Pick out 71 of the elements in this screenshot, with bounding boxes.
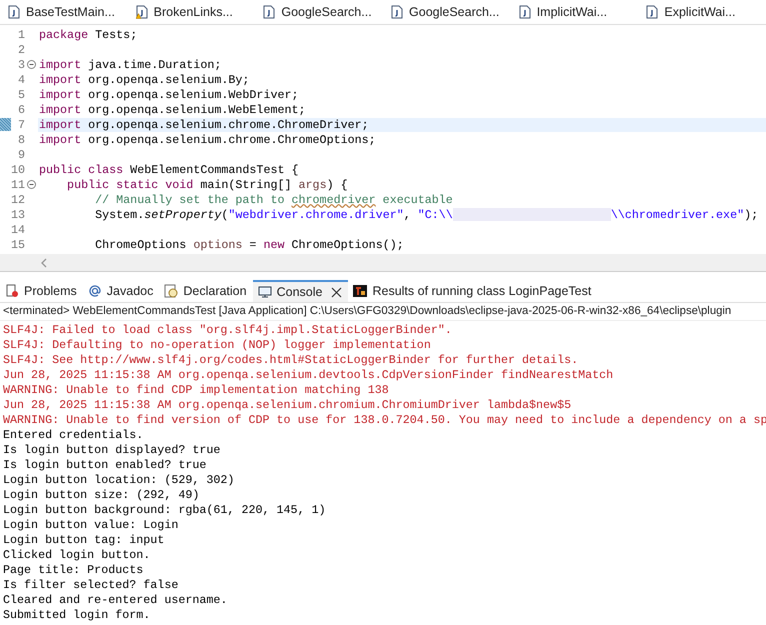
- line-number: 2: [16, 42, 25, 56]
- console-line: SLF4J: Defaulting to no-operation (NOP) logger implementation: [2, 338, 432, 353]
- panel-tab[interactable]: Declaration: [159, 280, 253, 302]
- panel-tab[interactable]: Console: [252, 280, 348, 302]
- line-number: 10: [11, 162, 25, 176]
- java-file-icon: [263, 5, 276, 19]
- panel-tab[interactable]: Results of running class LoginPageTest: [348, 280, 598, 302]
- monitor-icon: [258, 285, 272, 299]
- editor-tab[interactable]: GoogleSearch...: [255, 4, 384, 20]
- editor-tab[interactable]: BaseTestMain...: [0, 4, 128, 20]
- panel-tab[interactable]: Javadoc: [82, 280, 160, 302]
- line-number: 9: [16, 148, 25, 162]
- line-number: 5: [16, 88, 25, 102]
- console-line: Login button value: Login: [2, 518, 180, 533]
- console-line: Login button location: (529, 302): [2, 473, 236, 488]
- line-number: 13: [11, 208, 25, 222]
- line-number: 14: [11, 222, 25, 236]
- java-file-warning-icon: [136, 5, 148, 19]
- java-file-icon: [391, 5, 404, 19]
- console-line: Login button background: rgba(61, 220, 145, 1): [2, 503, 327, 518]
- line-number: 11: [11, 178, 25, 192]
- line-number: 8: [16, 132, 25, 146]
- console-line: Submitted login form.: [2, 608, 152, 623]
- code-line: import org.openqa.selenium.By;: [38, 72, 250, 86]
- console-line: SLF4J: See http://www.slf4j.org/codes.html#StaticLoggerBinder for further details.: [2, 353, 580, 368]
- line-number: 1: [16, 28, 25, 42]
- editor-tab[interactable]: ExplicitWai...: [638, 4, 766, 20]
- console-line: Jun 28, 2025 11:15:38 AM org.openqa.selenium.devtools.CdpVersionFinder findNearestMatch: [2, 368, 614, 383]
- line-number: 4: [16, 72, 25, 86]
- panel-tab[interactable]: Problems: [0, 280, 83, 302]
- line-number: 3: [16, 58, 25, 72]
- line-number: 6: [16, 102, 25, 116]
- close-icon[interactable]: [331, 286, 342, 298]
- java-file-icon: [8, 5, 20, 19]
- code-line: System.setProperty("webdriver.chrome.driver", "C:\\ \\chromedriver.exe");: [94, 208, 760, 222]
- console-line: Entered credentials.: [2, 428, 144, 443]
- console-header: <terminated> WebElementCommandsTest [Java Application] C:\Users\GFG0329\Downloads\eclipse-java-2025-06-R-win32-x86_64\eclipse\plugin: [0, 303, 766, 321]
- editor-tab[interactable]: ImplicitWai...: [510, 4, 638, 20]
- editor-tab[interactable]: GoogleSearch...: [383, 4, 511, 20]
- console-line: Is filter selected? false: [2, 578, 180, 593]
- test-results-icon: [353, 284, 368, 298]
- code-line: import org.openqa.selenium.WebDriver;: [38, 88, 300, 102]
- at-sign-icon: [88, 284, 102, 298]
- console-line: Cleared and re-entered username.: [2, 593, 228, 608]
- code-line: ChromeOptions options = new ChromeOptions();: [94, 238, 405, 252]
- problems-icon: [5, 284, 19, 298]
- console-line: WARNING: Unable to find CDP implementation matching 138: [2, 383, 390, 398]
- code-line: // Manually set the path to chromedriver executable: [94, 192, 454, 206]
- console-line: Clicked login button.: [2, 548, 152, 563]
- editor-tab[interactable]: BrokenLinks...: [128, 4, 256, 20]
- code-line: import org.openqa.selenium.WebElement;: [38, 102, 307, 116]
- console-line: Is login button displayed? true: [2, 443, 222, 458]
- code-line: public class WebElementCommandsTest {: [38, 162, 300, 176]
- declaration-icon: [164, 284, 178, 298]
- collapse-icon[interactable]: [27, 180, 36, 189]
- code-line: import org.openqa.selenium.chrome.ChromeOptions;: [38, 132, 377, 146]
- code-line: package Tests;: [38, 28, 138, 42]
- java-file-icon: [518, 5, 531, 19]
- console-line: Login button tag: input: [2, 533, 166, 548]
- line-number: 15: [11, 238, 25, 252]
- line-number: 12: [11, 192, 25, 206]
- code-line: public static void main(String[] args) {: [66, 178, 349, 192]
- line-number: 7: [16, 118, 25, 132]
- collapse-icon[interactable]: [27, 60, 36, 69]
- console-line: Is login button enabled? true: [2, 458, 208, 473]
- console-line: Login button size: (292, 49): [2, 488, 200, 503]
- console-line: SLF4J: Failed to load class "org.slf4j.impl.StaticLoggerBinder".: [2, 323, 453, 338]
- java-file-icon: [646, 5, 658, 19]
- console-line: Jun 28, 2025 11:15:38 AM org.openqa.selenium.chromium.ChromiumDriver lambda$new$5: [2, 398, 572, 413]
- console-line: Page title: Products: [2, 563, 144, 578]
- code-line: import java.time.Duration;: [38, 58, 222, 72]
